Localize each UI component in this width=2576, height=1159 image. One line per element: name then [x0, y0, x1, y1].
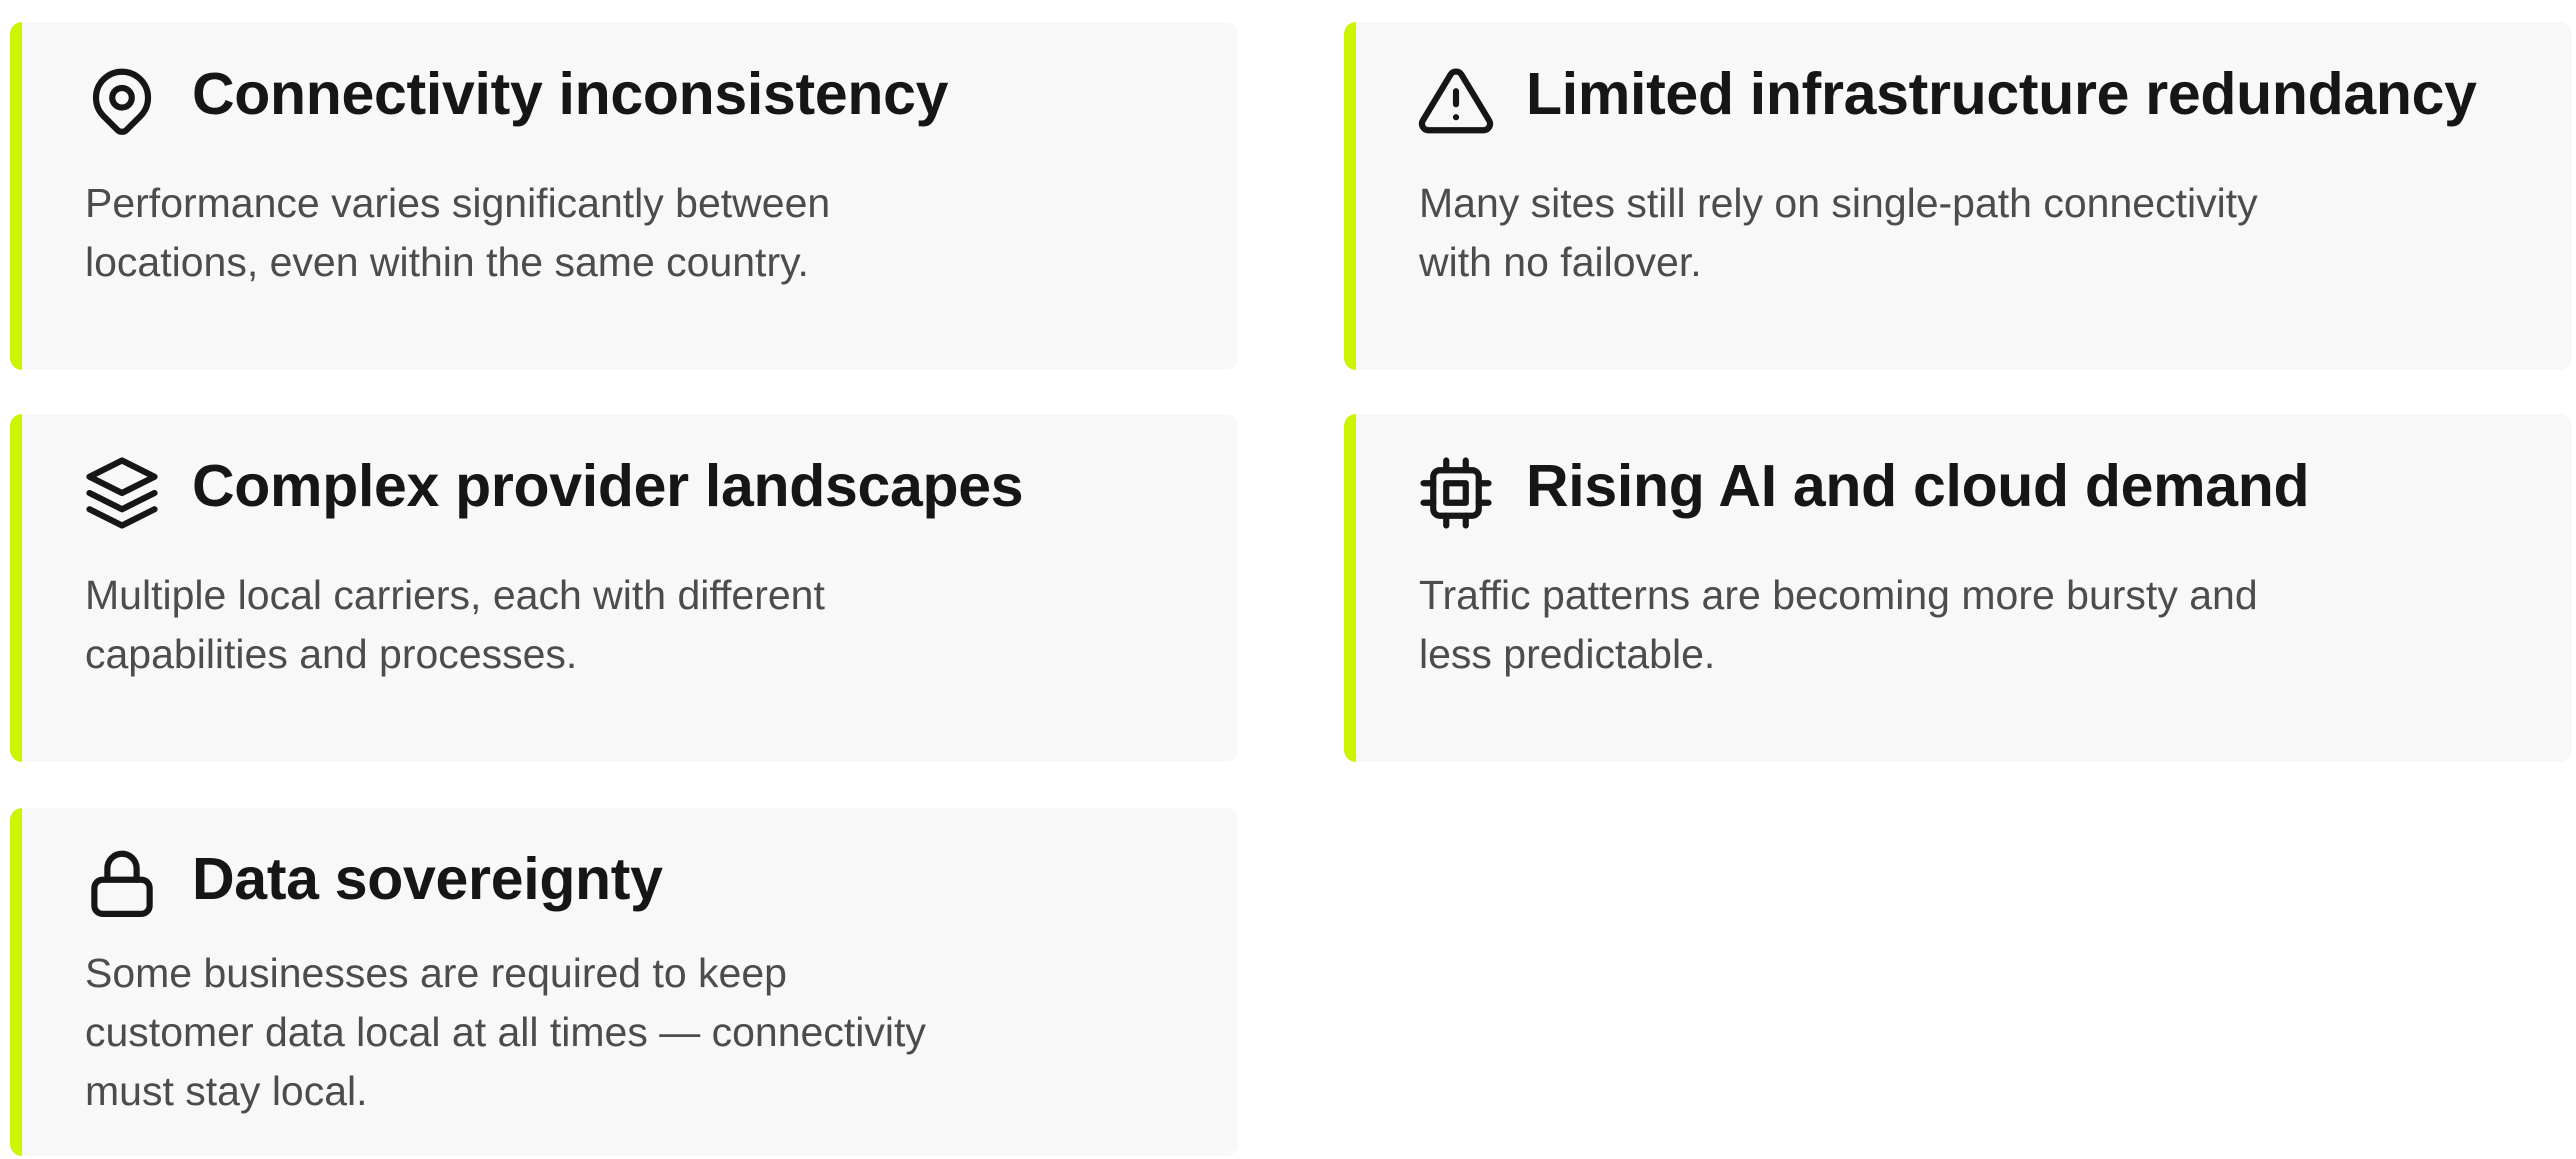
card-title: Rising AI and cloud demand	[1526, 453, 2310, 519]
card-description: Multiple local carriers, each with diffe…	[85, 566, 825, 684]
description-line: must stay local.	[85, 1068, 368, 1114]
card-title: Complex provider landscapes	[192, 453, 1024, 519]
description-line: capabilities and processes.	[85, 631, 578, 677]
card-title: Connectivity inconsistency	[192, 61, 949, 127]
description-line: locations, even within the same country.	[85, 239, 809, 285]
description-line: Traffic patterns are becoming more burst…	[1419, 572, 2258, 618]
card-description: Some businesses are required to keep cus…	[85, 944, 926, 1121]
card-description: Traffic patterns are becoming more burst…	[1419, 566, 2258, 684]
card-data-sovereignty: Data sovereignty Some businesses are req…	[10, 808, 1238, 1156]
card-rising-ai-and-cloud-demand: Rising AI and cloud demand Traffic patte…	[1344, 414, 2572, 762]
cpu-chip-icon	[1417, 454, 1495, 532]
card-limited-infrastructure-redundancy: Limited infrastructure redundancy Many s…	[1344, 22, 2572, 370]
card-description: Performance varies significantly between…	[85, 174, 830, 292]
card-complex-provider-landscapes: Complex provider landscapes Multiple loc…	[10, 414, 1238, 762]
description-line: with no failover.	[1419, 239, 1702, 285]
card-title: Limited infrastructure redundancy	[1526, 61, 2477, 127]
layers-icon	[83, 454, 161, 532]
lock-icon	[83, 844, 161, 922]
map-pin-icon	[83, 62, 161, 140]
warning-triangle-icon	[1417, 62, 1495, 140]
description-line: Some businesses are required to keep	[85, 950, 787, 996]
description-line: Many sites still rely on single-path con…	[1419, 180, 2258, 226]
description-line: Performance varies significantly between	[85, 180, 831, 226]
card-connectivity-inconsistency: Connectivity inconsistency Performance v…	[10, 22, 1238, 370]
description-line: Multiple local carriers, each with diffe…	[85, 572, 825, 618]
card-description: Many sites still rely on single-path con…	[1419, 174, 2258, 292]
card-title: Data sovereignty	[192, 846, 663, 912]
description-line: customer data local at all times — conne…	[85, 1009, 926, 1055]
description-line: less predictable.	[1419, 631, 1716, 677]
